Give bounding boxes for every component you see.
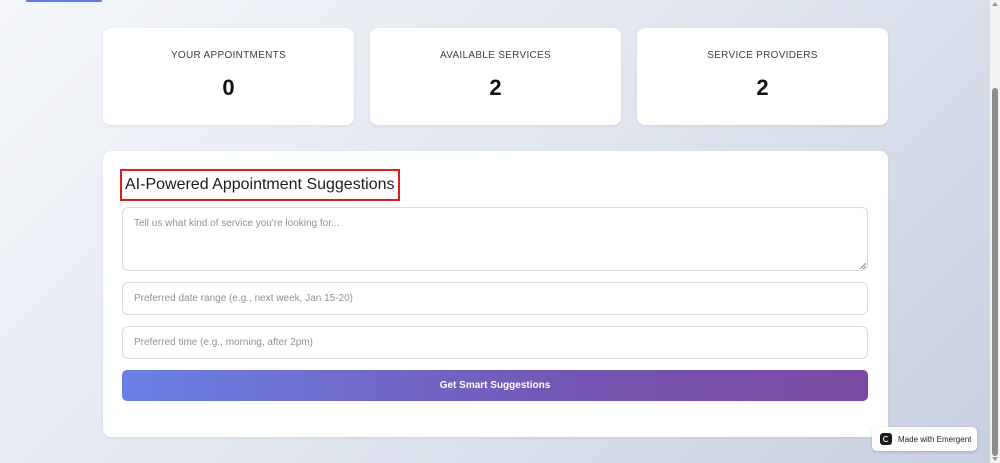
stat-value: 2 [489,75,502,100]
badge-text: Made with Emergent [898,434,972,444]
page-scrollbar[interactable] [990,0,1000,463]
stat-card-services: AVAILABLE SERVICES 2 [370,28,621,125]
date-range-input[interactable] [122,282,868,315]
stats-row: YOUR APPOINTMENTS 0 AVAILABLE SERVICES 2… [103,28,888,125]
stat-card-providers: SERVICE PROVIDERS 2 [637,28,888,125]
stat-label: YOUR APPOINTMENTS [170,50,287,61]
made-with-emergent-badge[interactable]: Made with Emergent [872,427,977,451]
ai-panel-title: AI-Powered Appointment Suggestions [120,169,400,201]
service-description-input[interactable] [122,207,868,271]
scroll-up-arrow-icon[interactable] [992,2,998,6]
get-smart-suggestions-button[interactable]: Get Smart Suggestions [122,370,868,401]
emergent-logo-icon [880,433,892,445]
scroll-down-arrow-icon[interactable] [992,457,998,461]
ai-suggestions-panel: AI-Powered Appointment Suggestions Get S… [103,151,888,437]
stat-label: SERVICE PROVIDERS [707,50,818,61]
textarea-resize-handle[interactable] [860,263,866,269]
stat-value: 0 [222,75,235,100]
stat-value: 2 [756,75,769,100]
stat-label: AVAILABLE SERVICES [439,50,551,61]
time-preference-input[interactable] [122,326,868,359]
scrollbar-thumb[interactable] [992,88,998,456]
stat-card-appointments: YOUR APPOINTMENTS 0 [103,28,354,125]
top-nav-active-indicator [26,0,102,2]
